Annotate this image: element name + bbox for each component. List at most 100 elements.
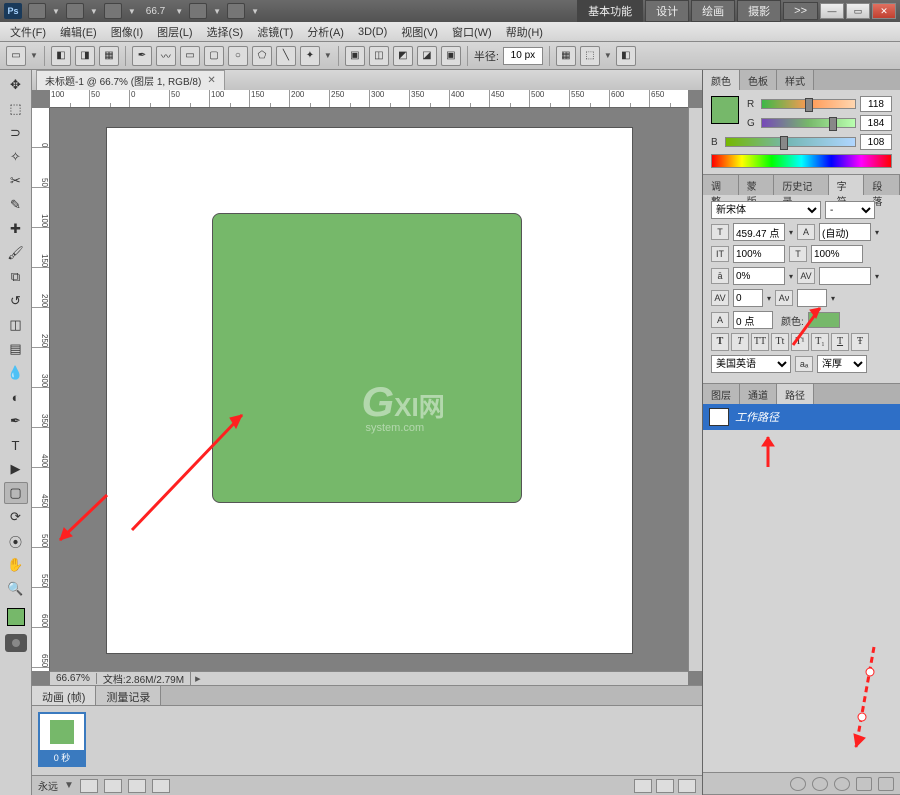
lasso-tool[interactable]: ⊃ [4,122,28,144]
combine-new-icon[interactable]: ▣ [345,46,365,66]
eraser-tool[interactable]: ◫ [4,314,28,336]
tab-channels[interactable]: 通道 [740,384,777,404]
vkern-input[interactable] [733,289,763,307]
underline-btn[interactable]: T [831,333,849,351]
move-tool[interactable]: ✥ [4,74,28,96]
heal-tool[interactable]: ✚ [4,218,28,240]
color-icon[interactable]: ◧ [616,46,636,66]
hscale-input[interactable] [811,245,863,263]
bridge-icon[interactable] [28,3,46,19]
tween-icon[interactable] [634,779,652,793]
prev-frame-icon[interactable] [104,779,122,793]
chevron-right-icon[interactable]: ▸ [191,672,205,685]
stroke-path-icon[interactable] [812,777,828,791]
font-select[interactable]: 新宋体 [711,201,821,219]
shape-tool[interactable]: ▢ [4,482,28,504]
close-icon[interactable]: ✕ [207,75,215,86]
rounded-rect-icon[interactable]: ▢ [204,46,224,66]
workspace-photo[interactable]: 摄影 [737,0,781,22]
canvas[interactable]: GXI网 system.com [50,108,688,671]
wand-tool[interactable]: ✧ [4,146,28,168]
trash-icon[interactable] [878,777,894,791]
tab-mask[interactable]: 蒙版 [739,175,775,195]
workspace-more[interactable]: >> [783,2,818,20]
ruler-vertical[interactable]: 0501001502002503003504004505005506006507… [32,108,50,671]
mode-path-icon[interactable]: ◨ [75,46,95,66]
align-icon[interactable]: ▦ [556,46,576,66]
pen-icon[interactable]: ✒ [132,46,152,66]
bold-btn[interactable]: T [711,333,729,351]
rect-icon[interactable]: ▭ [180,46,200,66]
tracking-input[interactable] [733,267,785,285]
hue-strip[interactable] [711,154,892,168]
ruler-horizontal[interactable]: 1005005010015020025030035040045050055060… [50,90,688,108]
tab-color[interactable]: 颜色 [703,70,740,90]
3d-tool[interactable]: ⟳ [4,506,28,528]
tab-layers[interactable]: 图层 [703,384,740,404]
menu-layer[interactable]: 图层(L) [151,22,198,42]
3d-cam-tool[interactable]: ⦿ [4,530,28,552]
menu-window[interactable]: 窗口(W) [446,22,498,42]
rounded-rect-shape[interactable] [212,213,522,503]
kerning-input[interactable] [819,267,871,285]
combine-add-icon[interactable]: ◫ [369,46,389,66]
menu-filter[interactable]: 滤镜(T) [251,22,299,42]
selection-path-icon[interactable] [834,777,850,791]
tab-character[interactable]: 字符 [829,175,865,195]
line-icon[interactable]: ╲ [276,46,296,66]
zoom-display[interactable]: 66.7 [142,6,169,17]
menu-help[interactable]: 帮助(H) [500,22,549,42]
window-maximize[interactable]: ▭ [846,3,870,19]
arrange-icon[interactable] [227,3,245,19]
menu-analysis[interactable]: 分析(A) [301,22,350,42]
mode-shape-icon[interactable]: ◧ [51,46,71,66]
dodge-tool[interactable]: ◐ [4,386,28,408]
tab-history[interactable]: 历史记录 [774,175,828,195]
play-icon[interactable] [128,779,146,793]
ellipse-icon[interactable]: ○ [228,46,248,66]
blur-tool[interactable]: 💧 [4,362,28,384]
strike-btn[interactable]: Ŧ [851,333,869,351]
workspace-painting[interactable]: 绘画 [691,0,735,22]
slider-g[interactable] [761,118,856,128]
tool-preset-icon[interactable]: ▭ [6,46,26,66]
quick-mask-icon[interactable] [5,634,27,652]
freeform-icon[interactable]: 〰 [156,46,176,66]
window-minimize[interactable]: — [820,3,844,19]
style-icon[interactable]: ⬚ [580,46,600,66]
slider-r[interactable] [761,99,856,109]
hand-tool[interactable]: ✋ [4,554,28,576]
tab-measurement[interactable]: 测量记录 [96,686,161,705]
radius-input[interactable] [503,47,543,65]
zoom-tool[interactable]: 🔍 [4,578,28,600]
tab-style[interactable]: 样式 [777,70,814,90]
italic-btn[interactable]: T [731,333,749,351]
allcaps-btn[interactable]: TT [751,333,769,351]
pen-tool[interactable]: ✒ [4,410,28,432]
smallcaps-btn[interactable]: Tt [771,333,789,351]
vscale-input[interactable] [733,245,785,263]
baseline-input[interactable] [733,311,773,329]
menu-view[interactable]: 视图(V) [395,22,444,42]
input-g[interactable] [860,115,892,131]
status-docsize[interactable]: 文档:2.86M/2.79M [97,671,191,685]
first-frame-icon[interactable] [80,779,98,793]
workspace-basic[interactable]: 基本功能 [577,0,643,22]
input-r[interactable] [860,96,892,112]
menu-3d[interactable]: 3D(D) [352,24,393,40]
custom-shape-icon[interactable]: ✦ [300,46,320,66]
menu-file[interactable]: 文件(F) [4,22,52,42]
combine-excl-icon[interactable]: ▣ [441,46,461,66]
stamp-tool[interactable]: ⧉ [4,266,28,288]
lang-select[interactable]: 美国英语 [711,355,791,373]
hand-icon[interactable] [189,3,207,19]
tab-paths[interactable]: 路径 [777,384,814,404]
menu-select[interactable]: 选择(S) [201,22,250,42]
tab-paragraph[interactable]: 段落 [864,175,900,195]
new-path-icon[interactable] [856,777,872,791]
input-b[interactable] [860,134,892,150]
path-select-tool[interactable]: ▶ [4,458,28,480]
dup-frame-icon[interactable] [656,779,674,793]
scrollbar-vertical[interactable] [688,108,702,671]
type-tool[interactable]: T [4,434,28,456]
